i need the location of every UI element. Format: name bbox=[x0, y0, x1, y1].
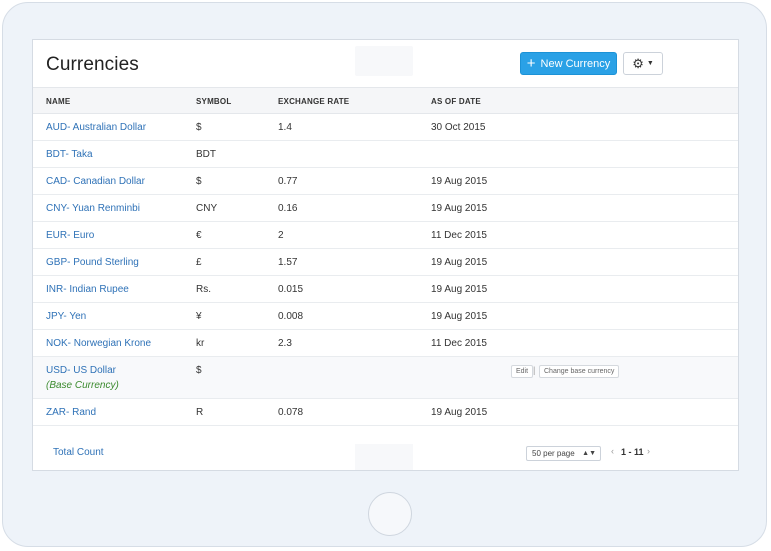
header-placeholder bbox=[355, 46, 413, 76]
base-currency-row[interactable]: USD- US Dollar (Base Currency) $ Edit | … bbox=[33, 357, 738, 399]
table-header: NAME SYMBOL EXCHANGE RATE AS OF DATE bbox=[33, 87, 738, 114]
currency-name-link[interactable]: NOK- Norwegian Krone bbox=[46, 338, 151, 349]
currency-name-link[interactable]: CNY- Yuan Renminbi bbox=[46, 203, 140, 214]
currency-name-link[interactable]: GBP- Pound Sterling bbox=[46, 257, 139, 268]
change-base-currency-button[interactable]: Change base currency bbox=[539, 365, 620, 378]
per-page-select[interactable]: 50 per page ▲▼ bbox=[526, 446, 601, 461]
per-page-value: 50 per page bbox=[532, 449, 575, 458]
currency-name-link[interactable]: CAD- Canadian Dollar bbox=[46, 176, 145, 187]
as-of-date: 11 Dec 2015 bbox=[431, 338, 487, 349]
as-of-date: 19 Aug 2015 bbox=[431, 257, 488, 268]
total-count-link[interactable]: Total Count bbox=[53, 447, 104, 458]
currency-name-link[interactable]: AUD- Australian Dollar bbox=[46, 122, 146, 133]
as-of-date: 19 Aug 2015 bbox=[431, 407, 488, 418]
as-of-date: 11 Dec 2015 bbox=[431, 230, 487, 241]
currency-name-link[interactable]: ZAR- Rand bbox=[46, 407, 96, 418]
column-header-date[interactable]: AS OF DATE bbox=[431, 97, 481, 106]
page-range: 1 - 11 bbox=[621, 447, 644, 457]
currency-symbol: € bbox=[196, 230, 202, 241]
table-footer: Total Count 50 per page ▲▼ ‹ 1 - 11 › bbox=[33, 435, 738, 470]
footer-placeholder bbox=[355, 444, 413, 470]
settings-dropdown-button[interactable]: ⚙ ▼ bbox=[623, 52, 663, 75]
currency-symbol: CNY bbox=[196, 203, 218, 214]
edit-button[interactable]: Edit bbox=[511, 365, 534, 378]
app-screen: Currencies + New Currency ⚙ ▼ NAME SYMBO… bbox=[32, 39, 739, 471]
currency-name-link[interactable]: USD- US Dollar bbox=[46, 365, 116, 376]
page-header: Currencies + New Currency ⚙ ▼ bbox=[33, 40, 738, 87]
tablet-frame: Currencies + New Currency ⚙ ▼ NAME SYMBO… bbox=[2, 2, 767, 547]
currency-symbol: kr bbox=[196, 338, 205, 349]
new-currency-label: New Currency bbox=[540, 57, 611, 70]
exchange-rate: 2 bbox=[278, 230, 284, 241]
exchange-rate: 1.57 bbox=[278, 257, 298, 268]
exchange-rate: 0.008 bbox=[278, 311, 304, 322]
currency-name-link[interactable]: INR- Indian Rupee bbox=[46, 284, 129, 295]
table-row[interactable]: JPY- Yen ¥ 0.008 19 Aug 2015 bbox=[33, 303, 738, 330]
new-currency-button[interactable]: + New Currency bbox=[520, 52, 617, 75]
as-of-date: 19 Aug 2015 bbox=[431, 176, 488, 187]
as-of-date: 19 Aug 2015 bbox=[431, 311, 488, 322]
chevron-left-icon[interactable]: ‹ bbox=[611, 446, 614, 456]
exchange-rate: 1.4 bbox=[278, 122, 292, 133]
table-row[interactable]: NOK- Norwegian Krone kr 2.3 11 Dec 2015 bbox=[33, 330, 738, 357]
column-header-name[interactable]: NAME bbox=[46, 97, 70, 106]
caret-down-icon: ▼ bbox=[646, 60, 654, 67]
column-header-symbol[interactable]: SYMBOL bbox=[196, 97, 231, 106]
table-row[interactable]: GBP- Pound Sterling £ 1.57 19 Aug 2015 bbox=[33, 249, 738, 276]
exchange-rate: 0.16 bbox=[278, 203, 298, 214]
plus-icon: + bbox=[526, 55, 536, 72]
currency-name-link[interactable]: EUR- Euro bbox=[46, 230, 94, 241]
as-of-date: 19 Aug 2015 bbox=[431, 284, 488, 295]
separator: | bbox=[533, 365, 536, 375]
exchange-rate: 0.77 bbox=[278, 176, 298, 187]
currency-symbol: $ bbox=[196, 176, 202, 187]
gear-icon: ⚙ bbox=[632, 55, 644, 71]
as-of-date: 30 Oct 2015 bbox=[431, 122, 486, 133]
table-row[interactable]: EUR- Euro € 2 11 Dec 2015 bbox=[33, 222, 738, 249]
page-title: Currencies bbox=[46, 54, 139, 75]
currency-symbol: ¥ bbox=[196, 311, 202, 322]
as-of-date: 19 Aug 2015 bbox=[431, 203, 488, 214]
chevron-right-icon[interactable]: › bbox=[647, 446, 650, 456]
table-row[interactable]: CNY- Yuan Renminbi CNY 0.16 19 Aug 2015 bbox=[33, 195, 738, 222]
exchange-rate: 0.015 bbox=[278, 284, 304, 295]
exchange-rate: 2.3 bbox=[278, 338, 292, 349]
currency-symbol: BDT bbox=[196, 149, 216, 160]
select-arrows-icon: ▲▼ bbox=[582, 450, 596, 457]
table-row[interactable]: ZAR- Rand R 0.078 19 Aug 2015 bbox=[33, 399, 738, 426]
column-header-rate[interactable]: EXCHANGE RATE bbox=[278, 97, 349, 106]
currency-name-link[interactable]: BDT- Taka bbox=[46, 149, 93, 160]
currency-name-link[interactable]: JPY- Yen bbox=[46, 311, 86, 322]
exchange-rate: 0.078 bbox=[278, 407, 304, 418]
table-row[interactable]: CAD- Canadian Dollar $ 0.77 19 Aug 2015 bbox=[33, 168, 738, 195]
table-row[interactable]: INR- Indian Rupee Rs. 0.015 19 Aug 2015 bbox=[33, 276, 738, 303]
table-row[interactable]: AUD- Australian Dollar $ 1.4 30 Oct 2015 bbox=[33, 114, 738, 141]
currency-symbol: $ bbox=[196, 365, 202, 376]
home-button bbox=[368, 492, 412, 536]
currency-symbol: £ bbox=[196, 257, 202, 268]
currency-symbol: $ bbox=[196, 122, 202, 133]
currency-symbol: R bbox=[196, 407, 204, 418]
base-currency-label: (Base Currency) bbox=[46, 380, 119, 391]
table-row[interactable]: BDT- Taka BDT bbox=[33, 141, 738, 168]
currency-symbol: Rs. bbox=[196, 284, 211, 295]
